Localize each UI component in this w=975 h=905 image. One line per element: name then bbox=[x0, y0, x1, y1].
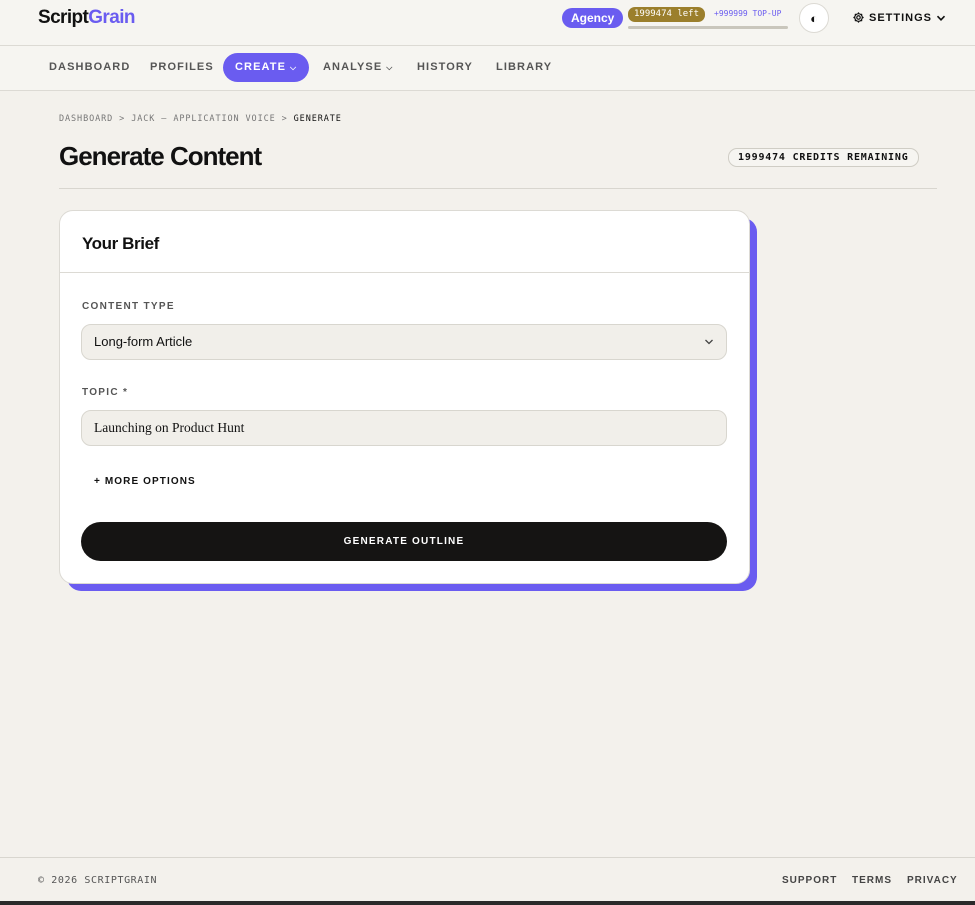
gear-icon bbox=[852, 11, 865, 24]
copyright: © 2026 SCRIPTGRAIN bbox=[38, 875, 158, 886]
footer: © 2026 SCRIPTGRAIN SUPPORT TERMS PRIVACY bbox=[0, 857, 975, 905]
content-type-label: CONTENT TYPE bbox=[82, 301, 175, 312]
main-nav: DASHBOARD PROFILES CREATE ⌵ ANALYSE ⌵ HIST… bbox=[0, 46, 975, 91]
nav-item-analyse[interactable]: ANALYSE ⌵ bbox=[323, 53, 393, 82]
credits-left-pill: 1999474 left bbox=[628, 7, 706, 22]
page-title: Generate Content bbox=[59, 141, 262, 171]
chevron-down-icon: ⌵ bbox=[386, 63, 394, 72]
settings-label: SETTINGS bbox=[869, 11, 933, 24]
breadcrumb-profile[interactable]: JACK — APPLICATION VOICE bbox=[131, 114, 275, 124]
nav-item-analyse-label: ANALYSE bbox=[323, 61, 383, 73]
divider bbox=[59, 188, 937, 189]
credits-remaining-badge: 1999474 CREDITS REMAINING bbox=[728, 148, 919, 167]
generate-outline-button[interactable]: GENERATE OUTLINE bbox=[81, 522, 727, 561]
nav-item-library[interactable]: LIBRARY bbox=[496, 53, 552, 82]
plan-badge: Agency bbox=[562, 8, 624, 28]
settings-menu-button[interactable]: SETTINGS bbox=[852, 11, 946, 24]
card-title: Your Brief bbox=[82, 234, 159, 253]
footer-link-privacy[interactable]: PRIVACY bbox=[907, 875, 958, 886]
contrast-icon: ◐ bbox=[810, 10, 818, 26]
chevron-down-icon: ⌵ bbox=[290, 63, 298, 72]
logo-part-script: Script bbox=[38, 7, 89, 28]
topic-input[interactable] bbox=[81, 410, 727, 446]
topic-label: TOPIC * bbox=[82, 387, 129, 398]
content-type-value: Long-form Article bbox=[94, 334, 193, 349]
chevron-right-icon: > bbox=[281, 114, 288, 124]
theme-toggle-button[interactable]: ◐ bbox=[799, 3, 829, 33]
chevron-down-icon bbox=[936, 13, 946, 23]
divider bbox=[60, 272, 749, 273]
more-options-toggle[interactable]: + MORE OPTIONS bbox=[94, 476, 196, 487]
logo-part-grain: Grain bbox=[88, 7, 135, 28]
nav-item-dashboard[interactable]: DASHBOARD bbox=[49, 53, 130, 82]
chevron-right-icon: > bbox=[119, 114, 126, 124]
nav-item-history[interactable]: HISTORY bbox=[417, 53, 473, 82]
nav-item-profiles[interactable]: PROFILES bbox=[150, 53, 214, 82]
breadcrumb-dashboard[interactable]: DASHBOARD bbox=[59, 114, 113, 124]
breadcrumb: DASHBOARD > JACK — APPLICATION VOICE > G… bbox=[59, 114, 342, 124]
breadcrumb-current: GENERATE bbox=[293, 114, 342, 124]
brief-card: Your Brief CONTENT TYPE Long-form Articl… bbox=[59, 210, 750, 584]
footer-link-terms[interactable]: TERMS bbox=[852, 875, 892, 886]
nav-item-create[interactable]: CREATE ⌵ bbox=[223, 53, 310, 82]
credit-usage-fill bbox=[628, 26, 788, 29]
window-edge bbox=[0, 901, 975, 905]
footer-link-support[interactable]: SUPPORT bbox=[782, 875, 837, 886]
top-bar: ScriptGrain Agency 1999474 left +999999 … bbox=[0, 0, 975, 46]
logo[interactable]: ScriptGrain bbox=[38, 7, 135, 29]
chevron-down-icon bbox=[704, 325, 714, 374]
nav-item-create-label: CREATE bbox=[235, 61, 287, 73]
credit-usage-bar bbox=[628, 26, 788, 29]
topup-link[interactable]: +999999 TOP-UP bbox=[714, 9, 781, 18]
content-type-select[interactable]: Long-form Article bbox=[81, 324, 727, 360]
